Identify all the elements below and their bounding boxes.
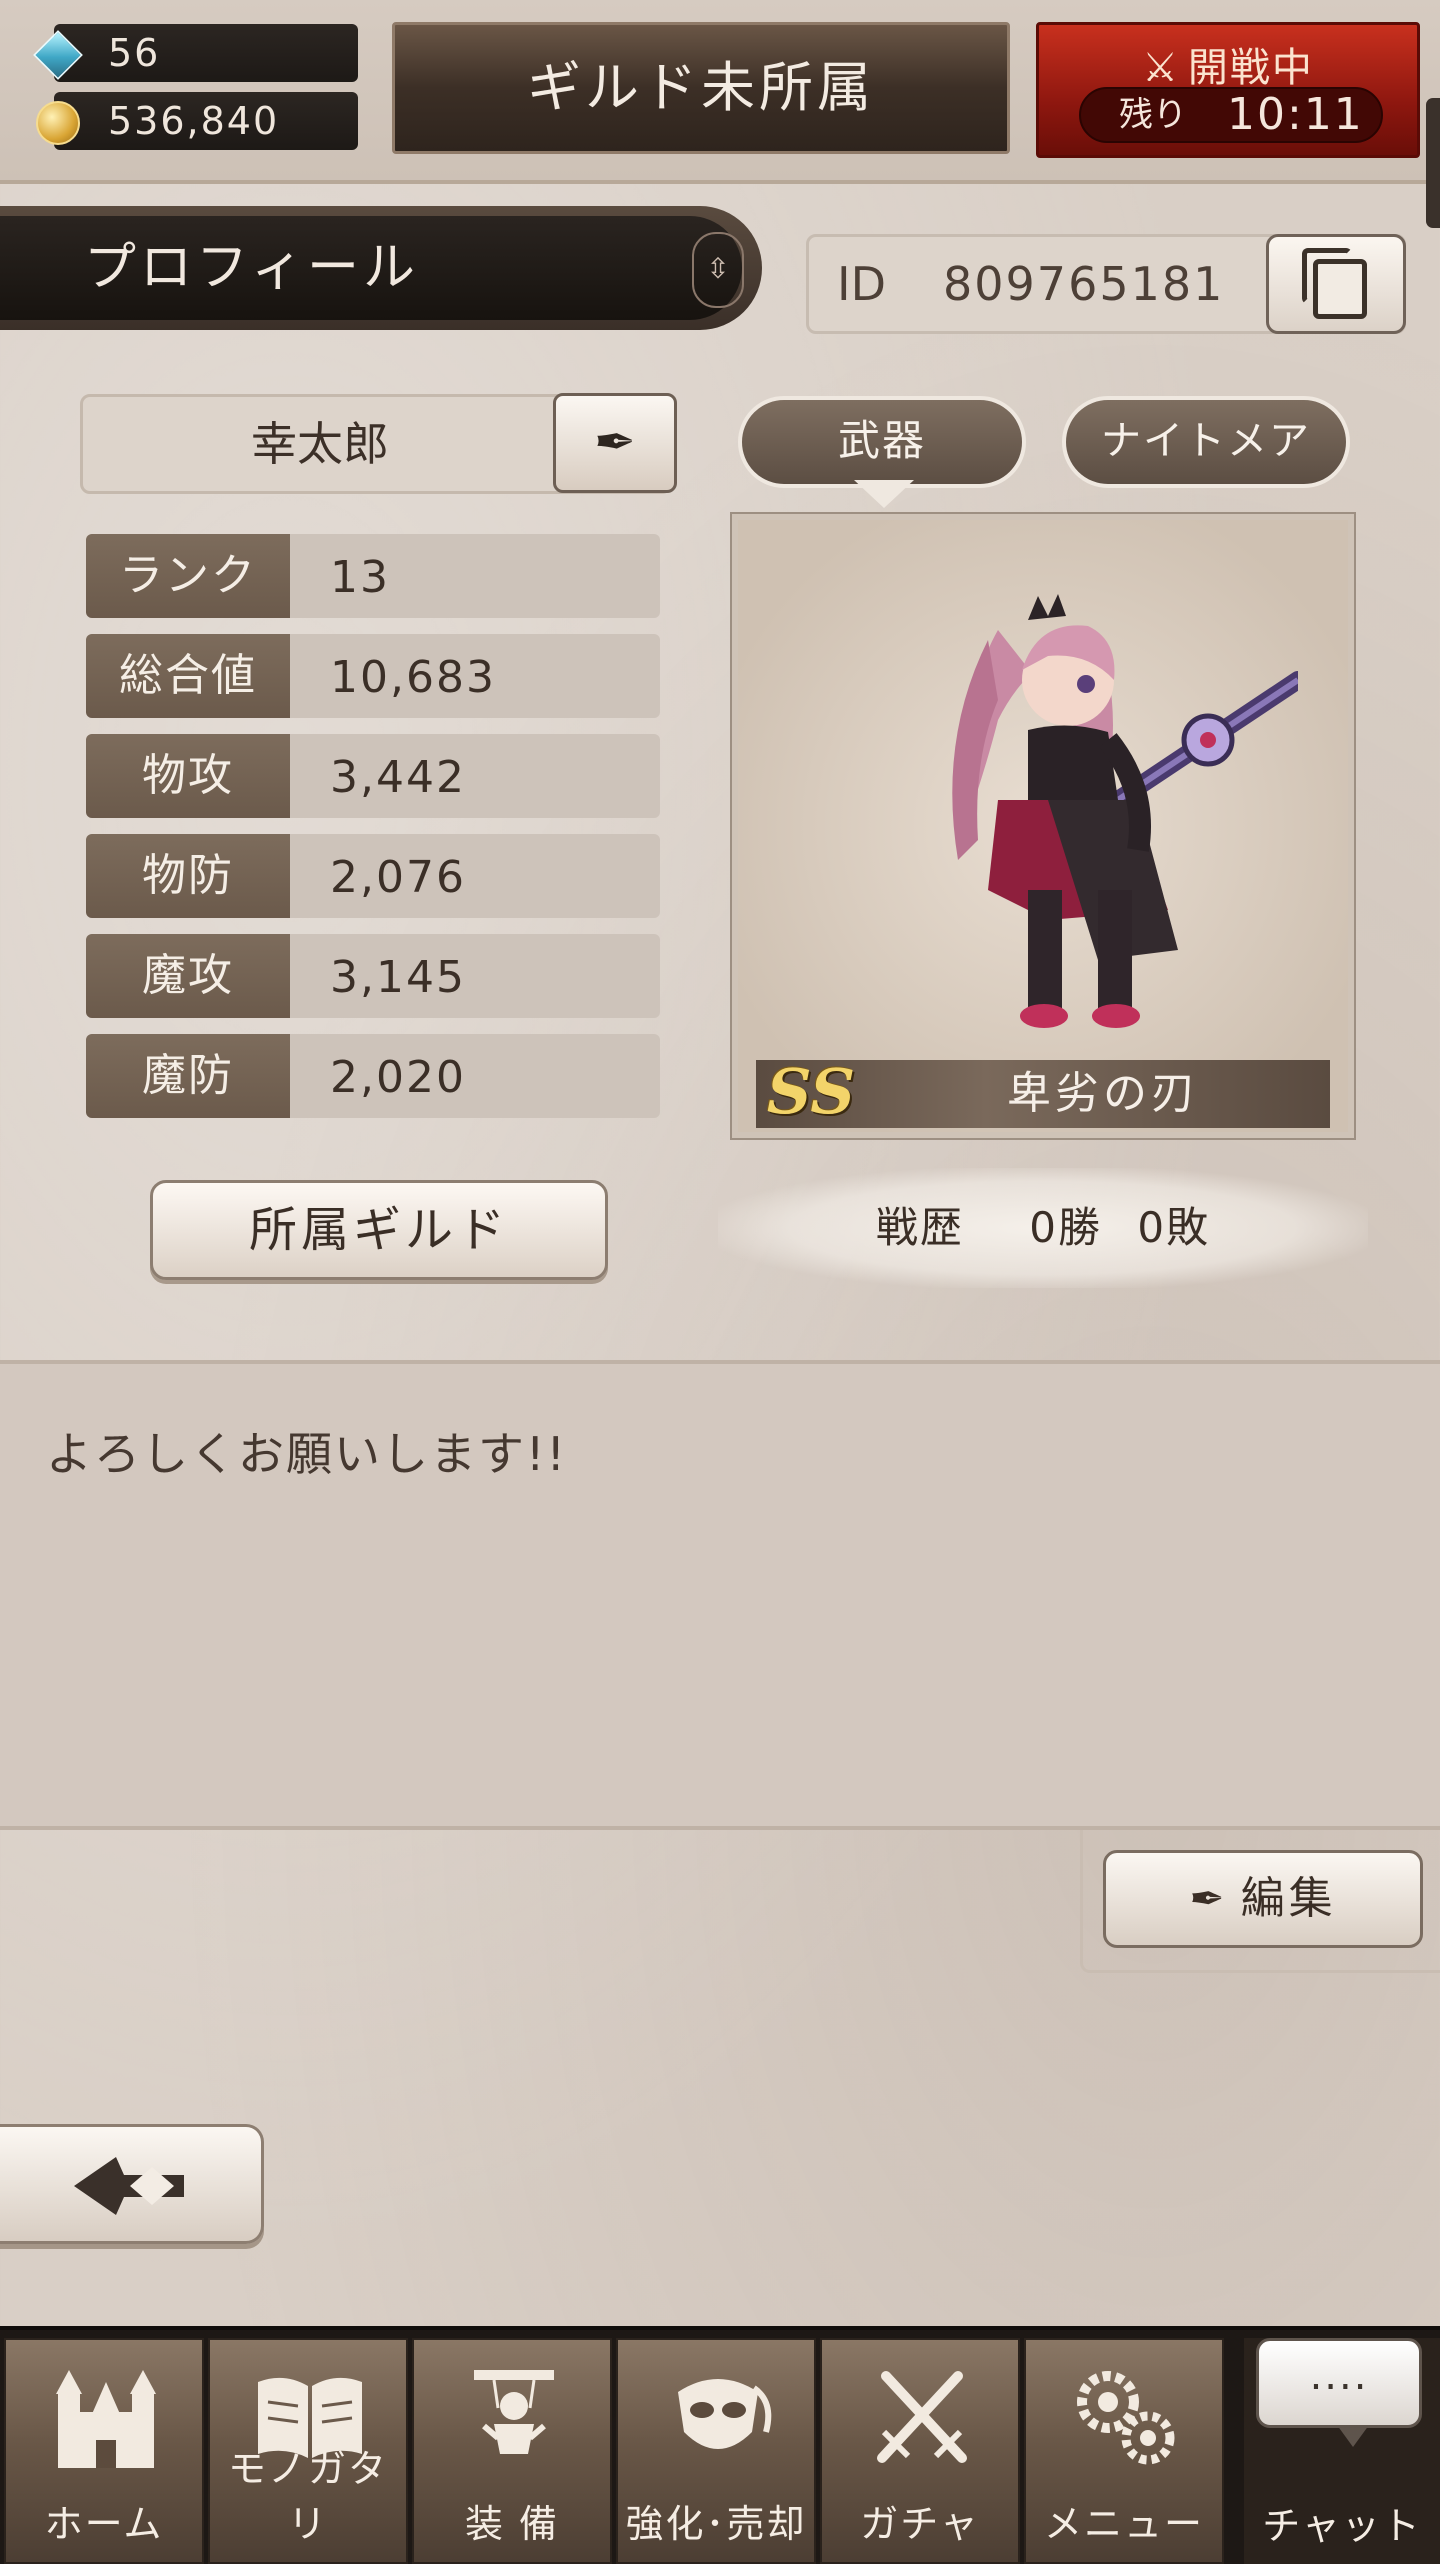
player-name: 幸太郎 [251,417,389,471]
war-title: ⚔ 開戦中 [1039,35,1417,93]
profile-header: プロフィール ⇳ [0,206,762,330]
rarity-badge: SS [766,1055,856,1128]
nav-label: チャット [1262,2504,1422,2548]
puppet-icon [474,2370,554,2454]
record-wins: 0勝 [1029,1203,1102,1252]
weapon-name-bar: SS 卑劣の刃 [756,1055,1330,1128]
tab-weapon[interactable]: 武器 [738,396,1026,488]
nav-label: 強化･売却 [625,2502,807,2546]
war-remaining-label: 残り [1119,95,1187,135]
battle-record: 戦歴 0勝 0敗 [718,1168,1368,1288]
guild-war-status[interactable]: ⚔ 開戦中 残り 10:11 [1036,22,1420,158]
stat-row-mag-atk: 魔攻 3,145 [86,934,660,1018]
weapon-name: 卑劣の刃 [1007,1068,1199,1119]
stat-label: 魔攻 [86,934,290,1018]
profile-switch-button[interactable]: ⇳ [692,232,744,308]
character-illustration [952,594,1298,1028]
edit-label: 編集 [1240,1873,1337,1924]
stat-label: ランク [86,534,290,618]
record-label: 戦歴 [875,1203,964,1252]
stat-label: 総合値 [86,634,290,718]
pen-icon: ✒ [1189,1874,1229,1923]
mask-icon [678,2379,772,2449]
coin-count: 536,840 [108,99,280,143]
nav-story[interactable]: モノガタリ [208,2338,408,2564]
stat-value: 2,076 [330,852,466,903]
coin-counter: 536,840 [36,92,358,150]
stat-row-total: 総合値 10,683 [86,634,660,718]
affiliated-guild-button[interactable]: 所属ギルド [150,1180,608,1280]
stat-label: 魔防 [86,1034,290,1118]
tab-pointer-icon [854,480,914,508]
weapon-card[interactable]: SS 卑劣の刃 [732,514,1354,1138]
crossed-swords-icon: ⚔ [1142,45,1180,91]
chevron-updown-icon: ⇳ [706,252,730,285]
war-timer: 残り 10:11 [1079,87,1383,143]
profile-title: プロフィール [84,238,419,298]
coin-icon [36,101,80,145]
nav-home[interactable]: ホーム [4,2338,204,2564]
stat-value: 13 [330,552,390,603]
war-status-text: 開戦中 [1187,45,1314,91]
stat-label: 物防 [86,834,290,918]
copy-icon [1302,248,1367,319]
nav-label: モノガタリ [227,2447,388,2546]
stat-row-phys-def: 物防 2,076 [86,834,660,918]
stat-row-mag-def: 魔防 2,020 [86,1034,660,1118]
nav-label: ガチャ [860,2502,980,2546]
gem-icon [33,30,83,80]
stat-value: 10,683 [330,652,496,703]
chat-bubble-icon: .... [1256,2338,1422,2447]
castle-icon [56,2370,156,2468]
nav-label: ホーム [44,2502,164,2546]
stat-label: 物攻 [86,734,290,818]
nav-enhance-sell[interactable]: 強化･売却 [616,2338,816,2564]
edit-message-frame: ✒ 編集 [1080,1830,1440,1973]
nav-chat[interactable]: .... チャット [1244,2338,1440,2564]
stat-value: 3,442 [330,752,466,803]
player-name-box: 幸太郎 ✒ [80,393,677,494]
tab-nightmare[interactable]: ナイトメア [1062,396,1350,488]
nav-equipment[interactable]: 装 備 [412,2338,612,2564]
nav-label: メニュー [1043,2502,1204,2546]
war-remaining-time: 10:11 [1227,89,1364,140]
id-value: 809765181 [943,257,1225,311]
nav-label: 装 備 [464,2502,560,2546]
back-arrow-icon [74,2157,184,2215]
gears-icon [1077,2371,1175,2465]
profile-message: よろしくお願いします!! [46,1427,567,1481]
stat-row-rank: ランク 13 [86,534,660,618]
gem-count: 56 [108,31,161,75]
back-button[interactable] [0,2124,264,2244]
nav-gacha[interactable]: ガチャ [820,2338,1020,2564]
nav-menu[interactable]: メニュー [1024,2338,1224,2564]
stat-row-phys-atk: 物攻 3,442 [86,734,660,818]
bottom-navigation: ホーム モノガタリ 装 備 強化･売却 ガチャ メニュー .... チャット [0,2326,1440,2564]
stat-value: 2,020 [330,1052,466,1103]
top-bar: 56 536,840 ギルド未所属 ⚔ 開戦中 残り 10:11 [0,0,1440,228]
stat-value: 3,145 [330,952,466,1003]
guild-status-button[interactable]: ギルド未所属 [392,22,1010,154]
edit-name-button[interactable]: ✒ [553,393,677,493]
id-label: ID [837,257,886,311]
gem-counter: 56 [33,24,358,82]
copy-id-button[interactable] [1266,234,1406,334]
record-losses: 0敗 [1137,1203,1211,1252]
profile-message-panel: よろしくお願いします!! [0,1360,1440,1830]
pen-icon: ✒ [594,413,636,471]
profile-panel: プロフィール ⇳ ID 809765181 幸太郎 ✒ ランク 13 総合値 1… [0,184,1440,1360]
swords-icon [877,2371,967,2463]
edit-message-button[interactable]: ✒ 編集 [1103,1850,1423,1948]
